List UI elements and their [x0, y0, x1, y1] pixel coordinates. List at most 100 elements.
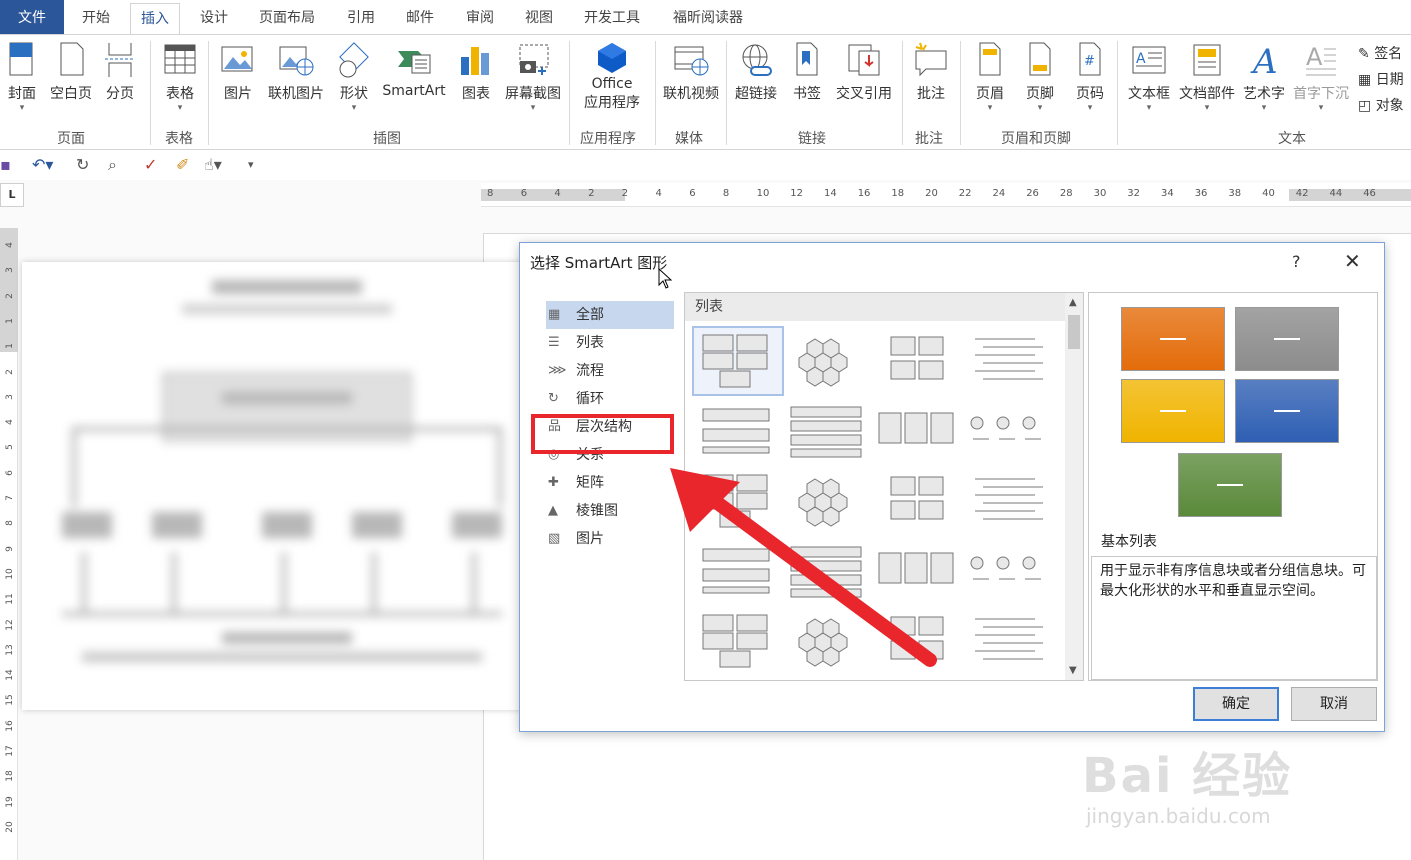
- highlight-box: [531, 414, 674, 454]
- layout-thumbnail[interactable]: [890, 336, 944, 380]
- tab-review[interactable]: 审阅: [466, 0, 494, 34]
- word-window: 文件 开始 插入 设计 页面布局 引用 邮件 审阅 视图 开发工具 福昕阅读器 …: [0, 0, 1411, 860]
- layout-thumbnail[interactable]: [975, 478, 1043, 520]
- layout-thumbnail[interactable]: [692, 326, 784, 396]
- tab-references[interactable]: 引用: [347, 0, 375, 34]
- close-icon[interactable]: ✕: [1344, 249, 1361, 273]
- drop-cap-button[interactable]: A 首字下沉 ▾: [1290, 41, 1352, 113]
- header-icon: [979, 42, 1001, 76]
- group-label-media: 媒体: [675, 131, 703, 147]
- category-matrix[interactable]: ✚ 矩阵: [546, 469, 674, 497]
- layout-thumbnail[interactable]: [798, 338, 848, 387]
- print-preview-icon[interactable]: ⌕: [108, 155, 117, 175]
- tab-insert[interactable]: 插入: [130, 3, 180, 35]
- cross-reference-button[interactable]: 交叉引用: [832, 41, 896, 103]
- svg-text:A: A: [1136, 51, 1146, 67]
- text-box-button[interactable]: A 文本框 ▾: [1124, 41, 1174, 113]
- new-comment-button[interactable]: 批注: [910, 41, 952, 103]
- tab-design[interactable]: 设计: [200, 0, 228, 34]
- tab-file[interactable]: 文件: [0, 0, 64, 34]
- ruler-number: 2: [5, 368, 15, 375]
- format-painter-icon[interactable]: ✐: [176, 155, 189, 174]
- gallery-scrollbar[interactable]: ▲ ▼: [1065, 293, 1083, 680]
- cover-page-button[interactable]: 封面 ▾: [4, 41, 40, 113]
- vertical-ruler[interactable]: 4 3 2 1 1 2 3 4 5 6 7 8 9 10 11 12 13 14 15 16 17 18 19 20: [0, 228, 18, 860]
- cancel-button[interactable]: 取消: [1291, 687, 1377, 721]
- customize-toolbar-icon[interactable]: ▾: [248, 158, 254, 171]
- layout-thumbnail[interactable]: [970, 416, 1041, 440]
- tab-mailings[interactable]: 邮件: [406, 0, 434, 34]
- header-button[interactable]: 页眉 ▾: [970, 41, 1010, 113]
- layout-thumbnail[interactable]: [975, 618, 1043, 660]
- ruler-number: 12: [790, 188, 804, 199]
- bookmark-button[interactable]: 书签: [788, 41, 826, 103]
- save-icon[interactable]: ▪: [0, 155, 11, 174]
- quick-parts-icon: [1193, 44, 1221, 76]
- page-number-button[interactable]: # 页码 ▾: [1070, 41, 1110, 113]
- group-label-pages: 页面: [57, 131, 85, 147]
- ok-button[interactable]: 确定: [1193, 687, 1279, 721]
- scroll-up-icon[interactable]: ▲: [1069, 297, 1077, 308]
- category-list[interactable]: ☰ 列表: [546, 329, 674, 357]
- ruler-number: 9: [5, 545, 15, 552]
- page-number-icon: #: [1079, 42, 1101, 76]
- chart-button[interactable]: 图表: [456, 41, 496, 103]
- category-cycle[interactable]: ↻ 循环: [546, 385, 674, 413]
- category-label: 全部: [576, 307, 604, 323]
- signature-line-button[interactable]: ✎ 签名: [1358, 43, 1402, 63]
- blank-page-button[interactable]: 空白页: [48, 41, 94, 103]
- scrollbar-thumb[interactable]: [1068, 315, 1080, 349]
- office-apps-button[interactable]: Office 应用程序: [574, 41, 650, 113]
- layout-thumbnail[interactable]: [970, 556, 1041, 580]
- tab-layout[interactable]: 页面布局: [259, 0, 315, 34]
- layout-thumbnail[interactable]: [878, 412, 954, 444]
- preview-shape: [1178, 453, 1282, 517]
- category-process[interactable]: ⋙ 流程: [546, 357, 674, 385]
- ruler-number: 18: [5, 770, 15, 783]
- picture-icon: [221, 46, 253, 72]
- page-break-button[interactable]: 分页: [102, 41, 138, 103]
- touch-mode-icon[interactable]: ☝▾: [204, 155, 222, 174]
- tab-home[interactable]: 开始: [82, 0, 110, 34]
- tab-developer[interactable]: 开发工具: [584, 0, 640, 34]
- preview-shape: [1235, 307, 1339, 371]
- layout-thumbnail[interactable]: [702, 408, 770, 454]
- shapes-button[interactable]: 形状 ▾: [336, 41, 372, 113]
- tab-view[interactable]: 视图: [525, 0, 553, 34]
- layout-thumbnail[interactable]: [790, 406, 862, 458]
- object-button[interactable]: ◰ 对象: [1358, 95, 1404, 115]
- ruler-number: 2: [588, 188, 595, 199]
- screenshot-button[interactable]: 屏幕截图 ▾: [502, 41, 564, 113]
- category-picture[interactable]: ▧ 图片: [546, 525, 674, 553]
- preview-shape: [1121, 307, 1225, 371]
- category-label: 矩阵: [576, 475, 604, 491]
- ruler-number: 40: [1262, 188, 1275, 199]
- help-button[interactable]: ?: [1292, 252, 1301, 271]
- redo-icon[interactable]: ↻: [76, 155, 89, 174]
- category-pyramid[interactable]: ▲ 棱锥图: [546, 497, 674, 525]
- table-button[interactable]: 表格 ▾: [160, 41, 200, 113]
- undo-icon[interactable]: ↶▾: [32, 155, 53, 174]
- layout-thumbnail[interactable]: [975, 338, 1043, 380]
- ruler-number: 1: [5, 343, 15, 350]
- quick-parts-button[interactable]: 文档部件 ▾: [1176, 41, 1238, 113]
- blurred-hierarchy-image: [22, 262, 547, 710]
- online-video-button[interactable]: 联机视频: [660, 41, 722, 103]
- date-time-button[interactable]: ▦ 日期: [1358, 69, 1404, 89]
- hyperlink-button[interactable]: 超链接: [732, 41, 780, 103]
- calendar-icon: ▦: [1358, 72, 1372, 88]
- spelling-icon[interactable]: ✓: [144, 155, 157, 174]
- tab-stop-selector[interactable]: L: [0, 183, 24, 207]
- scroll-down-icon[interactable]: ▼: [1069, 665, 1077, 676]
- horizontal-ruler[interactable]: 8 6 4 2 2 4 6 8 10 12 14 16 18 20 22 24 26 28 30 32 34 36 38 40…: [481, 183, 1411, 207]
- category-all[interactable]: ▦ 全部: [546, 301, 674, 329]
- tab-foxit[interactable]: 福昕阅读器: [673, 0, 743, 34]
- wordart-button[interactable]: A 艺术字 ▾: [1240, 41, 1288, 113]
- smartart-button[interactable]: SmartArt: [380, 41, 448, 99]
- signature-icon: ✎: [1358, 46, 1370, 62]
- online-picture-button[interactable]: 联机图片: [264, 41, 328, 103]
- text-box-icon: A: [1132, 46, 1166, 74]
- ruler-number: 28: [1059, 188, 1073, 199]
- footer-button[interactable]: 页脚 ▾: [1020, 41, 1060, 113]
- picture-button[interactable]: 图片: [218, 41, 258, 103]
